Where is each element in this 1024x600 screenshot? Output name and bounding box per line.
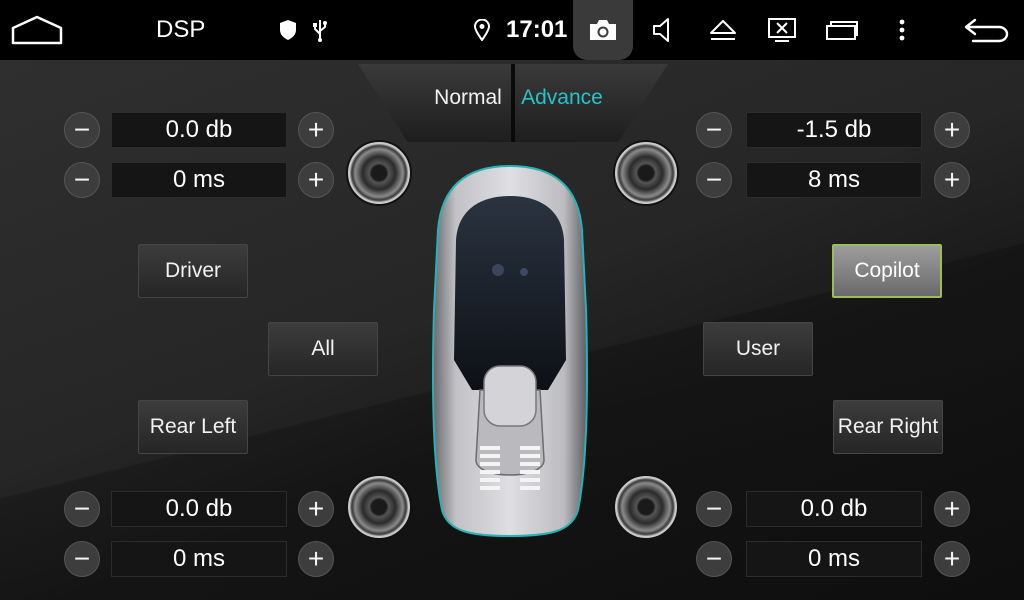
screen-off-icon[interactable] <box>766 0 798 60</box>
front-left-gain-minus-button[interactable]: − <box>64 112 100 148</box>
rear-left-delay-value: 0 ms <box>111 541 287 577</box>
rear-left-delay-plus-button[interactable]: + <box>298 541 334 577</box>
all-button[interactable]: All <box>268 322 378 376</box>
rear-right-delay-minus-button[interactable]: − <box>696 541 732 577</box>
front-right-gain-plus-button[interactable]: + <box>934 112 970 148</box>
home-icon[interactable] <box>10 0 64 60</box>
rear-left-speaker-icon[interactable] <box>348 476 410 538</box>
rear-left-gain-value: 0.0 db <box>111 491 287 527</box>
front-right-gain-minus-button[interactable]: − <box>696 112 732 148</box>
front-left-delay-plus-button[interactable]: + <box>298 162 334 198</box>
front-right-delay-plus-button[interactable]: + <box>934 162 970 198</box>
camera-icon[interactable] <box>586 0 620 60</box>
front-right-gain-value: -1.5 db <box>746 112 922 148</box>
clock: 17:01 <box>506 16 568 43</box>
back-icon[interactable] <box>962 0 1012 60</box>
shield-icon <box>278 0 298 60</box>
front-left-delay-value: 0 ms <box>111 162 287 198</box>
front-right-delay-value: 8 ms <box>746 162 922 198</box>
tab-advance[interactable]: Advance <box>514 86 610 110</box>
front-left-speaker-icon[interactable] <box>348 142 410 204</box>
rear-left-gain-plus-button[interactable]: + <box>298 491 334 527</box>
volume-icon[interactable] <box>650 0 676 60</box>
front-right-speaker-icon[interactable] <box>615 142 677 204</box>
rear-right-gain-value: 0.0 db <box>746 491 922 527</box>
front-left-gain-value: 0.0 db <box>111 112 287 148</box>
copilot-button[interactable]: Copilot <box>832 244 942 298</box>
car-icon <box>428 160 592 540</box>
app-title: DSP <box>156 16 206 43</box>
driver-button[interactable]: Driver <box>138 244 248 298</box>
tab-normal[interactable]: Normal <box>420 86 516 110</box>
rear-left-button[interactable]: Rear Left <box>138 400 248 454</box>
rear-right-delay-plus-button[interactable]: + <box>934 541 970 577</box>
more-icon[interactable] <box>894 0 910 60</box>
front-left-gain-plus-button[interactable]: + <box>298 112 334 148</box>
front-left-delay-minus-button[interactable]: − <box>64 162 100 198</box>
rear-right-gain-plus-button[interactable]: + <box>934 491 970 527</box>
rear-left-delay-minus-button[interactable]: − <box>64 541 100 577</box>
front-right-delay-minus-button[interactable]: − <box>696 162 732 198</box>
rear-left-gain-minus-button[interactable]: − <box>64 491 100 527</box>
usb-icon <box>310 0 330 60</box>
window-icon[interactable] <box>824 0 860 60</box>
eject-icon[interactable] <box>708 0 738 60</box>
rear-right-speaker-icon[interactable] <box>615 476 677 538</box>
rear-right-button[interactable]: Rear Right <box>833 400 943 454</box>
status-bar: DSP 17:01 <box>0 0 1024 60</box>
rear-right-gain-minus-button[interactable]: − <box>696 491 732 527</box>
location-icon <box>472 0 492 60</box>
user-button[interactable]: User <box>703 322 813 376</box>
rear-right-delay-value: 0 ms <box>746 541 922 577</box>
